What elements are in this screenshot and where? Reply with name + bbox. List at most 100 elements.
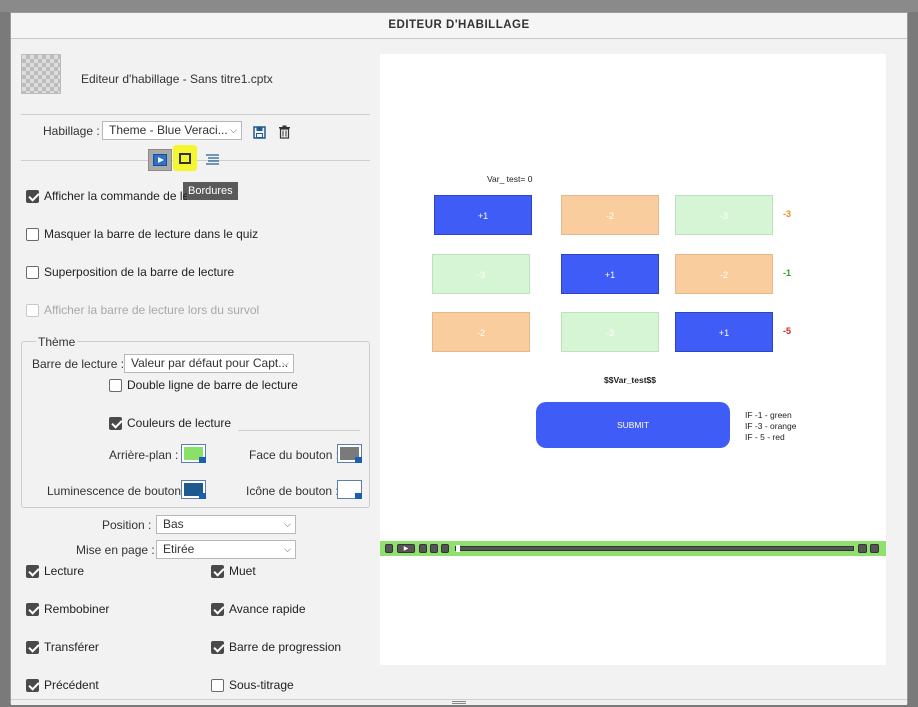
option-playbar-overlay[interactable]: Superposition de la barre de lecture: [26, 264, 234, 280]
control-captions[interactable]: Sous-titrage: [211, 677, 294, 693]
layout-label: Mise en page :: [76, 543, 155, 557]
glow-color-swatch[interactable]: [181, 480, 206, 499]
trash-icon[interactable]: [278, 125, 291, 139]
play-icon[interactable]: ▶: [397, 544, 415, 553]
grip-icon: [452, 701, 466, 704]
chevron-down-icon: ⌵: [284, 519, 291, 529]
layout-select[interactable]: Etirée ⌵: [156, 540, 296, 559]
chevron-down-icon: ⌵: [284, 544, 291, 554]
control-label: Transférer: [44, 640, 99, 654]
tab-borders[interactable]: [173, 145, 197, 171]
checkbox[interactable]: [26, 189, 39, 203]
tile[interactable]: +1: [561, 254, 659, 294]
square-icon: [179, 153, 191, 164]
top-strip: [0, 0, 918, 12]
tab-playback[interactable]: [148, 149, 172, 171]
checkbox[interactable]: [211, 678, 224, 692]
control-label: Rembobiner: [44, 602, 110, 616]
control-forward[interactable]: Transférer: [26, 639, 99, 655]
option-label: Couleurs de lecture: [127, 416, 232, 430]
button-face-label: Face du bouton :: [249, 448, 340, 462]
button-icon-label: Icône de bouton :: [246, 484, 339, 498]
checkbox[interactable]: [26, 678, 39, 692]
control-play[interactable]: Lecture: [26, 563, 84, 579]
progress-track[interactable]: [455, 546, 854, 551]
control-label: Muet: [229, 564, 256, 578]
control-fast-forward[interactable]: Avance rapide: [211, 601, 306, 617]
checkbox[interactable]: [211, 602, 224, 616]
option-hide-playbar-quiz[interactable]: Masquer la barre de lecture dans le quiz: [26, 226, 258, 242]
checkbox[interactable]: [211, 640, 224, 654]
checkbox[interactable]: [26, 227, 39, 241]
tile[interactable]: -3: [675, 195, 773, 235]
control-rewind[interactable]: Rembobiner: [26, 601, 109, 617]
progress-thumb[interactable]: [456, 545, 460, 552]
divider: [21, 114, 370, 115]
dropdown-arrow-icon: [355, 457, 362, 463]
checkbox[interactable]: [109, 416, 122, 430]
tile[interactable]: -2: [561, 195, 659, 235]
control-mute[interactable]: Muet: [211, 563, 256, 579]
position-label: Position :: [102, 518, 152, 532]
layout-select-value: Etirée: [163, 542, 195, 556]
control-progress-bar[interactable]: Barre de progression: [211, 639, 341, 655]
tab-toc[interactable]: [200, 149, 224, 171]
option-show-playbar[interactable]: Afficher la commande de lecture: [26, 188, 187, 204]
exit-icon[interactable]: [385, 544, 393, 553]
file-label: Editeur d'habillage - Sans titre1.cptx: [81, 72, 273, 86]
chevron-down-icon: ⌵: [230, 125, 237, 135]
tile[interactable]: -3: [432, 254, 530, 294]
checkbox[interactable]: [211, 564, 224, 578]
forward-icon[interactable]: [441, 544, 449, 553]
control-label: Barre de progression: [229, 640, 342, 654]
skin-thumbnail: [21, 54, 61, 94]
row-score: -3: [783, 209, 792, 219]
control-previous[interactable]: Précédent: [26, 677, 99, 693]
list-icon: [206, 154, 219, 165]
back-icon[interactable]: [430, 544, 438, 553]
tile[interactable]: -2: [432, 312, 530, 352]
theme-group: Thème Barre de lecture : Valeur par défa…: [21, 335, 370, 508]
position-select-value: Bas: [163, 517, 184, 531]
volume-icon[interactable]: [858, 544, 867, 553]
checkbox[interactable]: [26, 564, 39, 578]
option-double-line[interactable]: Double ligne de barre de lecture: [109, 377, 298, 393]
button-icon-color-swatch[interactable]: [337, 480, 362, 499]
rule-text: IF -3 - orange: [745, 421, 797, 431]
play-icon: [153, 154, 167, 166]
tile[interactable]: +1: [434, 195, 532, 235]
submit-button[interactable]: SUBMIT: [536, 402, 730, 448]
preview-panel: Var_ test= 0 +1 -2 -3 -3 -3 +1 -2 -1 -2 …: [380, 54, 886, 665]
button-face-color-swatch[interactable]: [337, 444, 362, 463]
option-label: Masquer la barre de lecture dans le quiz: [44, 227, 259, 241]
glow-label: Luminescence de bouton :: [47, 484, 188, 498]
row-score: -5: [783, 326, 792, 336]
resize-grip[interactable]: [11, 699, 907, 705]
close-icon[interactable]: [870, 544, 879, 553]
tile[interactable]: -3: [561, 312, 659, 352]
save-icon[interactable]: [253, 126, 266, 139]
checkbox[interactable]: [26, 640, 39, 654]
playbar-select-value: Valeur par défaut pour Capt...: [131, 356, 289, 370]
preview-playbar: ▶: [380, 541, 886, 556]
option-label: Superposition de la barre de lecture: [44, 265, 235, 279]
skin-editor-window: EDITEUR D'HABILLAGE Editeur d'habillage …: [10, 12, 908, 705]
skin-select[interactable]: Theme - Blue Veraci... ⌵: [102, 121, 242, 140]
control-label: Précédent: [44, 678, 99, 692]
dropdown-arrow-icon: [355, 493, 362, 499]
dropdown-arrow-icon: [199, 457, 206, 463]
background-color-swatch[interactable]: [181, 444, 206, 463]
dropdown-arrow-icon: [199, 493, 206, 499]
divider: [238, 430, 360, 431]
checkbox[interactable]: [26, 602, 39, 616]
position-select[interactable]: Bas ⌵: [156, 515, 296, 534]
checkbox[interactable]: [26, 265, 39, 279]
tile[interactable]: -2: [675, 254, 773, 294]
option-label: Afficher la barre de lecture lors du sur…: [44, 303, 260, 317]
rewind-icon[interactable]: [419, 544, 427, 553]
option-playback-colors[interactable]: Couleurs de lecture: [109, 415, 231, 431]
tile[interactable]: +1: [675, 312, 773, 352]
checkbox[interactable]: [109, 378, 122, 392]
playbar-select[interactable]: Valeur par défaut pour Capt... ⌵: [124, 354, 294, 373]
option-show-on-hover: Afficher la barre de lecture lors du sur…: [26, 302, 259, 318]
